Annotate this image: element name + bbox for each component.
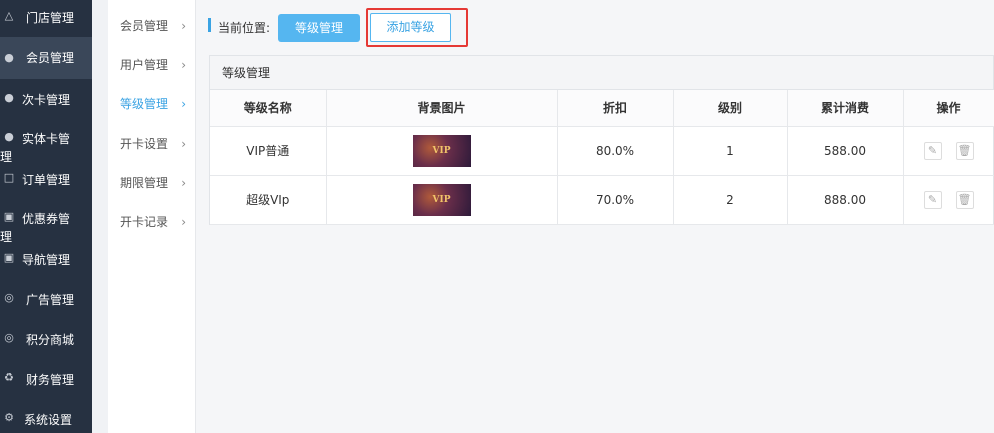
column-header-image: 背景图片 (326, 90, 558, 127)
chevron-right-icon: › (181, 19, 186, 33)
chevron-right-icon: › (181, 58, 186, 72)
breadcrumb-marker (208, 18, 211, 32)
cell-actions: ✎ 🗑 (903, 126, 994, 176)
cell-discount: 70.0% (557, 175, 674, 225)
sidebar-item-coupons[interactable]: ▣ 优惠券管理 (0, 208, 92, 244)
chevron-right-icon: › (181, 137, 186, 151)
table-row: 超级VIp VIP 70.0% 2 888.00 ✎ 🗑 (210, 175, 994, 225)
submenu-item-card-records[interactable]: 开卡记录 › (120, 212, 192, 232)
sidebar-item-orders[interactable]: □ 订单管理 (0, 170, 92, 190)
cell-name: VIP普通 (210, 126, 327, 176)
gear-icon: ⚙ (4, 411, 14, 424)
sidebar-item-members[interactable]: ● 会员管理 (0, 37, 92, 79)
submenu-item-users[interactable]: 用户管理 › (120, 55, 192, 75)
sidebar-item-navigation[interactable]: ▣ 导航管理 (0, 250, 92, 270)
submenu-item-members[interactable]: 会员管理 › (120, 16, 192, 36)
cell-discount: 80.0% (557, 126, 674, 176)
submenu-item-levels[interactable]: 等级管理 › (120, 94, 192, 114)
cell-level: 1 (673, 126, 788, 176)
trash-icon[interactable]: 🗑 (955, 141, 974, 160)
cell-spend: 588.00 (787, 126, 904, 176)
panel-title: 等级管理 (210, 56, 993, 90)
cell-actions: ✎ 🗑 (903, 175, 994, 225)
coupon-icon: ▣ (3, 251, 15, 264)
sidebar-item-ads[interactable]: ◎ 广告管理 (0, 290, 92, 310)
cell-name: 超级VIp (210, 175, 327, 225)
chevron-right-icon: › (181, 97, 186, 111)
lifebuoy-icon: ◎ (4, 331, 14, 344)
cell-level: 2 (673, 175, 788, 225)
add-level-button[interactable]: 添加等级 (370, 13, 451, 42)
breadcrumb-label: 当前位置: (218, 21, 271, 35)
vip-background-image: VIP (412, 134, 471, 167)
sidebar-item-finance[interactable]: ♻ 财务管理 (0, 370, 92, 390)
chevron-right-icon: › (181, 215, 186, 229)
vip-background-image: VIP (412, 183, 471, 216)
cell-spend: 888.00 (787, 175, 904, 225)
submenu-item-terms[interactable]: 期限管理 › (120, 173, 192, 193)
column-header-name: 等级名称 (210, 90, 327, 127)
lifebuoy-icon: ◎ (4, 291, 14, 304)
column-header-discount: 折扣 (557, 90, 674, 127)
table-row: VIP普通 VIP 80.0% 1 588.00 ✎ 🗑 (210, 126, 994, 176)
cell-image: VIP (326, 126, 558, 176)
submenu-gutter (92, 0, 108, 433)
breadcrumb-current-button[interactable]: 等级管理 (278, 14, 360, 42)
edit-icon[interactable]: ✎ (923, 190, 942, 209)
sidebar-item-count-cards[interactable]: ● 次卡管理 (0, 90, 92, 110)
sidebar-item-settings[interactable]: ⚙ 系统设置 (0, 410, 92, 430)
column-header-actions: 操作 (903, 90, 994, 127)
sidebar-item-stores[interactable]: △ 门店管理 (0, 8, 92, 28)
column-header-spend: 累计消费 (787, 90, 904, 127)
column-header-level: 级别 (673, 90, 788, 127)
cell-image: VIP (326, 175, 558, 225)
user-icon: ● (4, 51, 14, 64)
levels-table: 等级名称 背景图片 折扣 级别 累计消费 操作 VIP普通 VIP 80.0% … (210, 90, 994, 225)
submenu-item-card-settings[interactable]: 开卡设置 › (120, 134, 192, 154)
user-icon: ● (4, 91, 14, 104)
sidebar-item-physical-cards[interactable]: ● 实体卡管理 (0, 128, 92, 164)
chevron-right-icon: › (181, 176, 186, 190)
levels-panel: 等级管理 等级名称 背景图片 折扣 级别 累计消费 操作 VIP普通 VIP 8… (209, 55, 994, 225)
edit-icon[interactable]: ✎ (923, 141, 942, 160)
sidebar-item-points-mall[interactable]: ◎ 积分商城 (0, 330, 92, 350)
table-header-row: 等级名称 背景图片 折扣 级别 累计消费 操作 (210, 90, 994, 127)
document-icon: □ (3, 171, 15, 184)
recycle-icon: ♻ (4, 371, 14, 384)
trash-icon[interactable]: 🗑 (955, 190, 974, 209)
bank-icon: △ (4, 9, 14, 22)
